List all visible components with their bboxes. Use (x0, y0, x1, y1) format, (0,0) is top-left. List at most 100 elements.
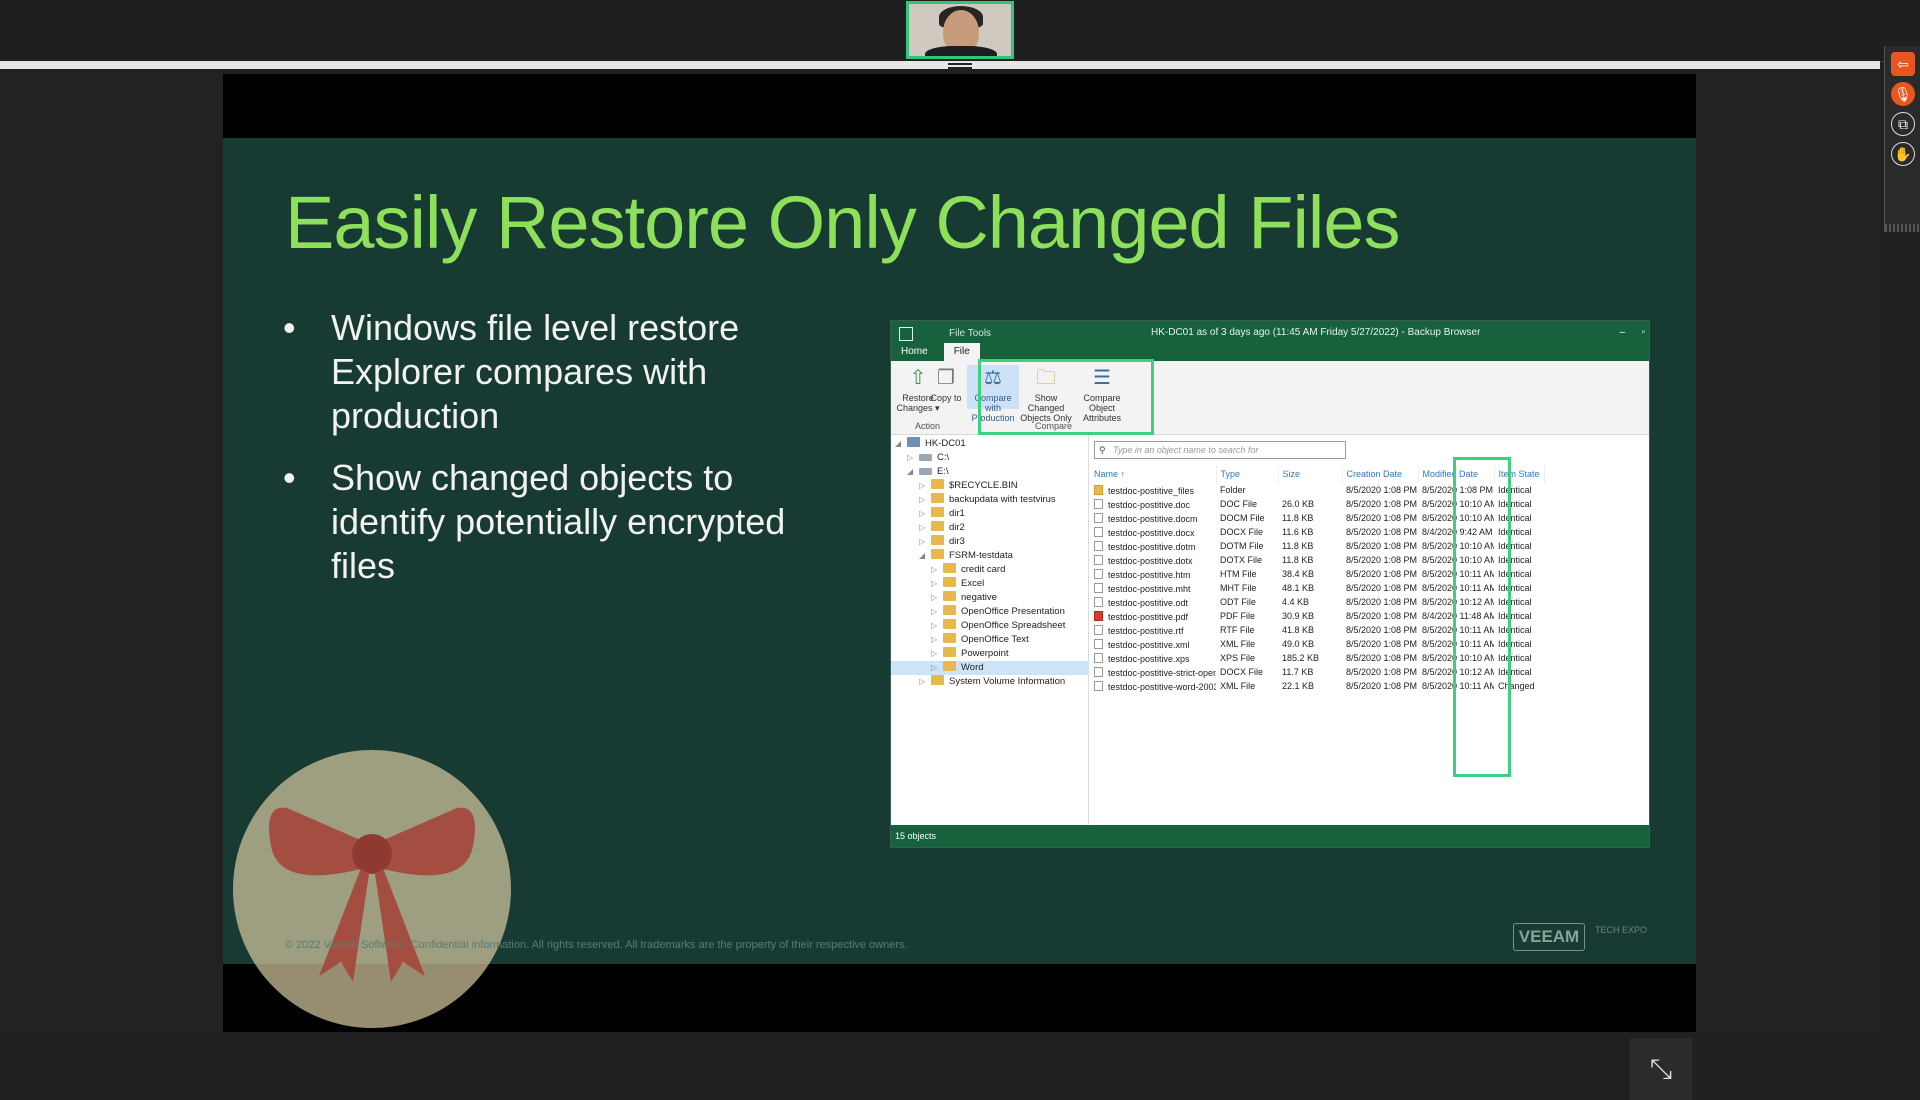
tree-node[interactable]: ▷ dir2 (891, 521, 1089, 535)
tree-node[interactable]: ◢ FSRM-testdata (891, 549, 1089, 563)
copy-to-button[interactable]: ❐ Copy to (929, 365, 963, 403)
expand-caret-icon[interactable]: ▷ (919, 493, 931, 507)
cell-text: DOTM File (1220, 541, 1264, 551)
collapse-arrows-icon[interactable]: ⤡ (1630, 1038, 1692, 1100)
table-cell: 8/5/2020 1:08 PM (1342, 637, 1418, 651)
table-cell: XPS File (1216, 651, 1278, 665)
file-name-cell: testdoc-postitive.dotx (1090, 553, 1216, 567)
tree-node[interactable]: ◢ E:\ (891, 465, 1089, 479)
file-name-cell: testdoc-postitive.pdf (1090, 609, 1216, 623)
tree-node[interactable]: ▷ credit card (891, 563, 1089, 577)
tab-file[interactable]: File (943, 343, 980, 361)
cell-text: testdoc-postitive.doc (1108, 499, 1191, 510)
cell-text: 8/5/2020 1:08 PM (1346, 569, 1418, 579)
expand-caret-icon[interactable]: ▷ (931, 605, 943, 619)
maximize-icon[interactable]: ▫ (1641, 327, 1645, 338)
tree-node[interactable]: ▷ negative (891, 591, 1089, 605)
presentation-stage: Easily Restore Only Changed Files Window… (0, 72, 1880, 1100)
expand-caret-icon[interactable]: ◢ (919, 549, 931, 563)
column-header[interactable]: Creation Date (1342, 465, 1419, 483)
tab-home[interactable]: Home (891, 343, 938, 361)
folder-icon (943, 605, 956, 615)
tree-node[interactable]: ▷ backupdata with testvirus (891, 493, 1089, 507)
table-cell: 8/5/2020 1:08 PM (1342, 511, 1418, 525)
file-name-cell: testdoc-postitive.doc (1090, 497, 1216, 511)
tree-node[interactable]: ▷ System Volume Information (891, 675, 1089, 689)
tree-node[interactable]: ▷ dir3 (891, 535, 1089, 549)
tree-node[interactable]: ▷ C:\ (891, 451, 1089, 465)
file-icon (1094, 526, 1103, 537)
table-cell: HTM File (1216, 567, 1278, 581)
table-cell: 26.0 KB (1278, 497, 1342, 511)
table-cell: 41.8 KB (1278, 623, 1342, 637)
cell-text: Folder (1220, 485, 1246, 495)
tree-node[interactable]: ▷ Word (891, 661, 1089, 675)
file-icon (1094, 554, 1103, 565)
search-input[interactable]: ⚲ Type in an object name to search for (1094, 441, 1346, 459)
participant-video[interactable] (906, 1, 1014, 59)
table-cell: 185.2 KB (1278, 651, 1342, 665)
expand-caret-icon[interactable]: ▷ (919, 507, 931, 521)
cell-text: 4.4 KB (1282, 597, 1310, 607)
action-group-label: Action (915, 421, 941, 431)
table-cell: XML File (1216, 679, 1278, 693)
tree-node[interactable]: ▷ dir1 (891, 507, 1089, 521)
minimize-icon[interactable]: – (1619, 327, 1625, 338)
cell-text: ODT File (1220, 597, 1256, 607)
expand-caret-icon[interactable]: ▷ (931, 591, 943, 605)
expand-caret-icon[interactable]: ▷ (907, 451, 919, 465)
column-header[interactable]: Type (1216, 465, 1279, 483)
search-placeholder: Type in an object name to search for (1113, 445, 1259, 455)
exit-icon[interactable]: ⇦ (1891, 52, 1915, 76)
cell-text: testdoc-postitive.docm (1108, 513, 1198, 524)
veeam-logo: VEEAM (1513, 923, 1585, 951)
file-icon (1094, 666, 1103, 677)
expand-caret-icon[interactable]: ▷ (931, 563, 943, 577)
expand-caret-icon[interactable]: ▷ (919, 675, 931, 689)
expand-caret-icon[interactable]: ▷ (919, 479, 931, 493)
file-name-cell: testdoc-postitive_files (1090, 483, 1216, 497)
table-cell: 49.0 KB (1278, 637, 1342, 651)
expand-caret-icon[interactable]: ◢ (907, 465, 919, 479)
tree-node[interactable]: ◢ HK-DC01 (891, 437, 1089, 451)
screen-share-icon[interactable]: ⧉ (1891, 112, 1915, 136)
expand-caret-icon[interactable]: ▷ (919, 521, 931, 535)
expand-caret-icon[interactable]: ▷ (931, 577, 943, 591)
table-cell: RTF File (1216, 623, 1278, 637)
tree-node[interactable]: ▷ OpenOffice Text (891, 633, 1089, 647)
raise-hand-icon[interactable]: ✋ (1891, 142, 1915, 166)
column-header[interactable]: Size (1278, 465, 1343, 483)
cell-text: testdoc-postitive.odt (1108, 597, 1189, 608)
file-list-pane: ⚲ Type in an object name to search for N… (1090, 435, 1649, 825)
cell-text: 41.8 KB (1282, 625, 1315, 635)
expand-caret-icon[interactable]: ▷ (919, 535, 931, 549)
expand-caret-icon[interactable]: ◢ (895, 437, 907, 451)
cell-text: testdoc-postitive.dotx (1108, 555, 1193, 566)
cell-text: 26.0 KB (1282, 499, 1315, 509)
drag-handle-icon[interactable] (948, 63, 972, 71)
cell-text: 48.1 KB (1282, 583, 1315, 593)
expand-caret-icon[interactable]: ▷ (931, 619, 943, 633)
expand-caret-icon[interactable]: ▷ (931, 633, 943, 647)
expand-caret-icon[interactable]: ▷ (931, 647, 943, 661)
cell-text: 8/5/2020 1:08 PM (1346, 667, 1418, 677)
table-cell: 8/5/2020 1:08 PM (1342, 623, 1418, 637)
folder-icon (931, 675, 944, 685)
cell-text: testdoc-postitive.pdf (1108, 611, 1189, 622)
expand-caret-icon[interactable]: ▷ (931, 661, 943, 675)
cell-text: DOCM File (1220, 513, 1265, 523)
table-cell: ODT File (1216, 595, 1278, 609)
mic-off-icon[interactable]: 🎙 (1891, 82, 1915, 106)
file-icon (1094, 680, 1103, 691)
column-header[interactable]: Name ↑ (1090, 465, 1217, 483)
tree-node[interactable]: ▷ Powerpoint (891, 647, 1089, 661)
tree-node-label: System Volume Information (949, 676, 1066, 687)
search-icon: ⚲ (1099, 445, 1106, 455)
tree-node[interactable]: ▷ Excel (891, 577, 1089, 591)
tree-node-label: dir1 (949, 508, 965, 519)
tree-node-label: negative (961, 592, 997, 603)
tree-node[interactable]: ▷ OpenOffice Presentation (891, 605, 1089, 619)
tree-node[interactable]: ▷ OpenOffice Spreadsheet (891, 619, 1089, 633)
tree-node[interactable]: ▷ $RECYCLE.BIN (891, 479, 1089, 493)
tree-node-label: OpenOffice Spreadsheet (961, 620, 1066, 631)
